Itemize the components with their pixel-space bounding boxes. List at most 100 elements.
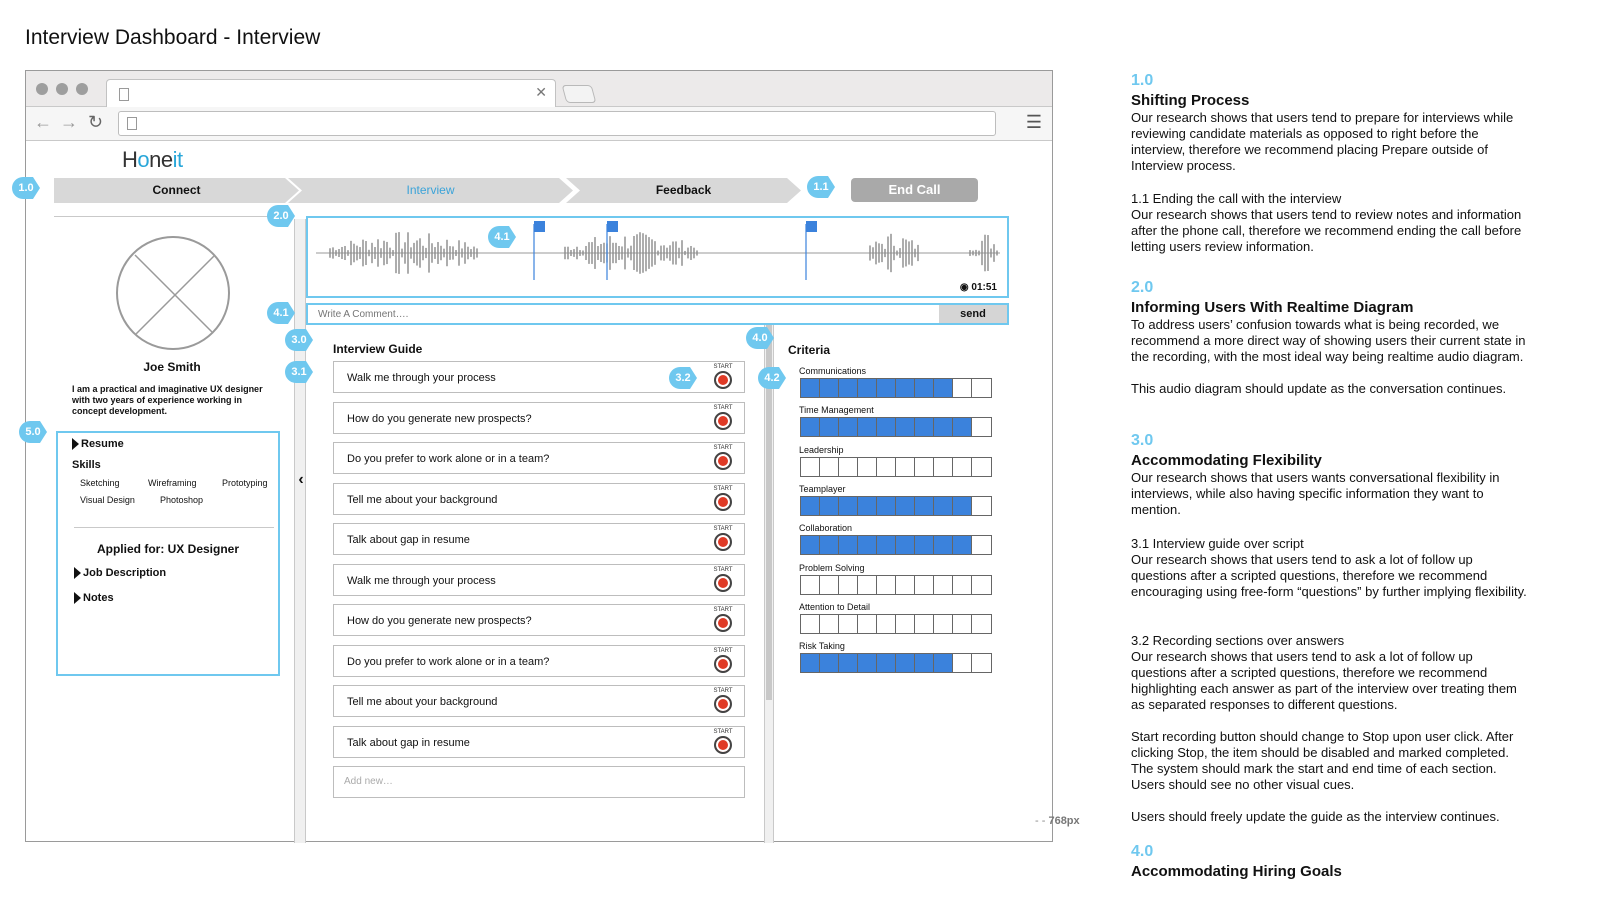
add-new-question-input[interactable]: Add new…: [333, 766, 745, 798]
rating-cell[interactable]: [953, 496, 972, 515]
rating-cell[interactable]: [858, 496, 877, 515]
new-tab-button[interactable]: [561, 85, 597, 103]
audio-waveform-panel[interactable]: ◉ 01:51: [306, 216, 1009, 298]
rating-cell[interactable]: [934, 614, 953, 633]
rating-cell[interactable]: [858, 457, 877, 476]
rating-cell[interactable]: [820, 379, 839, 397]
rating-cell[interactable]: [972, 654, 991, 673]
url-bar[interactable]: [118, 111, 996, 136]
rating-cell[interactable]: [972, 379, 991, 397]
rating-cell[interactable]: [934, 496, 953, 515]
start-recording-button[interactable]: START: [712, 688, 734, 713]
criteria-rating-bar[interactable]: [800, 456, 992, 477]
rating-cell[interactable]: [896, 536, 915, 555]
start-recording-button[interactable]: START: [712, 445, 734, 470]
rating-cell[interactable]: [915, 418, 934, 437]
job-description-toggle[interactable]: Job Description: [74, 567, 166, 580]
end-call-button[interactable]: End Call: [851, 178, 978, 202]
step-feedback[interactable]: Feedback: [566, 178, 801, 203]
rating-cell[interactable]: [877, 457, 896, 476]
start-recording-button[interactable]: START: [712, 729, 734, 754]
criteria-rating-bar[interactable]: [800, 378, 992, 398]
rating-cell[interactable]: [915, 654, 934, 673]
rating-cell[interactable]: [820, 536, 839, 555]
collapse-sidebar-chevron-icon[interactable]: ‹: [294, 471, 308, 489]
rating-cell[interactable]: [858, 575, 877, 594]
window-minimize-dot[interactable]: [56, 83, 68, 95]
rating-cell[interactable]: [934, 575, 953, 594]
start-recording-button[interactable]: START: [712, 607, 734, 632]
rating-cell[interactable]: [896, 418, 915, 437]
rating-cell[interactable]: [839, 575, 858, 594]
browser-tab[interactable]: ✕: [106, 79, 556, 108]
start-recording-button[interactable]: START: [712, 405, 734, 430]
rating-cell[interactable]: [896, 654, 915, 673]
rating-cell[interactable]: [839, 379, 858, 397]
window-close-dot[interactable]: [36, 83, 48, 95]
rating-cell[interactable]: [896, 575, 915, 594]
rating-cell[interactable]: [858, 418, 877, 437]
rating-cell[interactable]: [915, 536, 934, 555]
criteria-rating-bar[interactable]: [800, 495, 992, 516]
rating-cell[interactable]: [801, 418, 820, 437]
rating-cell[interactable]: [877, 418, 896, 437]
rating-cell[interactable]: [896, 496, 915, 515]
guide-question-item[interactable]: Do you prefer to work alone or in a team…: [333, 644, 745, 677]
rating-cell[interactable]: [934, 418, 953, 437]
rating-cell[interactable]: [934, 457, 953, 476]
rating-cell[interactable]: [820, 575, 839, 594]
rating-cell[interactable]: [896, 614, 915, 633]
rating-cell[interactable]: [877, 496, 896, 515]
rating-cell[interactable]: [839, 496, 858, 515]
guide-question-item[interactable]: Do you prefer to work alone or in a team…: [333, 442, 745, 474]
rating-cell[interactable]: [820, 496, 839, 515]
guide-question-item[interactable]: Talk about gap in resume START: [333, 523, 745, 555]
rating-cell[interactable]: [801, 496, 820, 515]
rating-cell[interactable]: [934, 654, 953, 673]
rating-cell[interactable]: [915, 614, 934, 633]
rating-cell[interactable]: [801, 654, 820, 673]
criteria-rating-bar[interactable]: [800, 574, 992, 595]
start-recording-button[interactable]: START: [712, 567, 734, 592]
rating-cell[interactable]: [877, 575, 896, 594]
rating-cell[interactable]: [858, 654, 877, 673]
notes-toggle[interactable]: Notes: [74, 592, 114, 605]
rating-cell[interactable]: [820, 457, 839, 476]
rating-cell[interactable]: [972, 457, 991, 476]
guide-question-item[interactable]: Talk about gap in resume START: [333, 725, 745, 758]
rating-cell[interactable]: [858, 536, 877, 555]
rating-cell[interactable]: [915, 457, 934, 476]
rating-cell[interactable]: [801, 536, 820, 555]
rating-cell[interactable]: [820, 654, 839, 673]
rating-cell[interactable]: [877, 654, 896, 673]
rating-cell[interactable]: [953, 457, 972, 476]
rating-cell[interactable]: [972, 418, 991, 437]
rating-cell[interactable]: [858, 614, 877, 633]
rating-cell[interactable]: [839, 457, 858, 476]
start-recording-button[interactable]: START: [712, 648, 734, 673]
start-recording-button[interactable]: START: [712, 526, 734, 551]
rating-cell[interactable]: [877, 536, 896, 555]
rating-cell[interactable]: [820, 614, 839, 633]
rating-cell[interactable]: [801, 614, 820, 633]
rating-cell[interactable]: [934, 379, 953, 397]
rating-cell[interactable]: [934, 536, 953, 555]
back-arrow-icon[interactable]: ←: [34, 112, 52, 133]
rating-cell[interactable]: [839, 614, 858, 633]
guide-scrollbar[interactable]: [764, 325, 774, 843]
close-icon[interactable]: ✕: [535, 84, 547, 101]
step-connect[interactable]: Connect: [54, 178, 299, 203]
rating-cell[interactable]: [953, 536, 972, 555]
rating-cell[interactable]: [953, 654, 972, 673]
guide-question-item[interactable]: Walk me through your process START: [333, 563, 745, 596]
criteria-rating-bar[interactable]: [800, 535, 992, 556]
guide-question-item[interactable]: How do you generate new prospects? START: [333, 401, 745, 434]
rating-cell[interactable]: [801, 379, 820, 397]
forward-arrow-icon[interactable]: →: [60, 112, 78, 133]
guide-question-item[interactable]: How do you generate new prospects? START: [333, 604, 745, 636]
rating-cell[interactable]: [877, 379, 896, 397]
rating-cell[interactable]: [801, 575, 820, 594]
send-button[interactable]: send: [939, 305, 1007, 323]
rating-cell[interactable]: [953, 418, 972, 437]
comment-input[interactable]: [310, 306, 938, 322]
